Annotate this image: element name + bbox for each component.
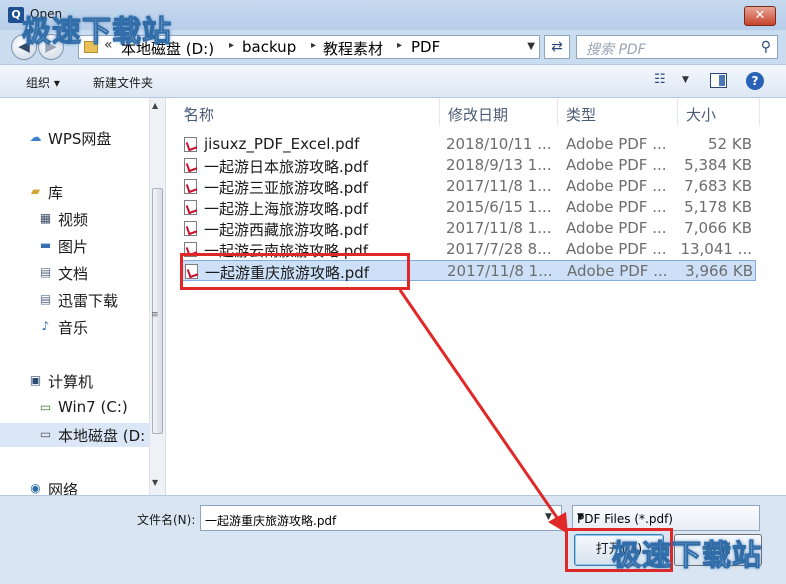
annotation-arrow xyxy=(398,289,568,534)
watermark-bottom: 极速下载站 xyxy=(611,538,763,573)
watermark-top: 极速下载站 xyxy=(21,14,173,49)
